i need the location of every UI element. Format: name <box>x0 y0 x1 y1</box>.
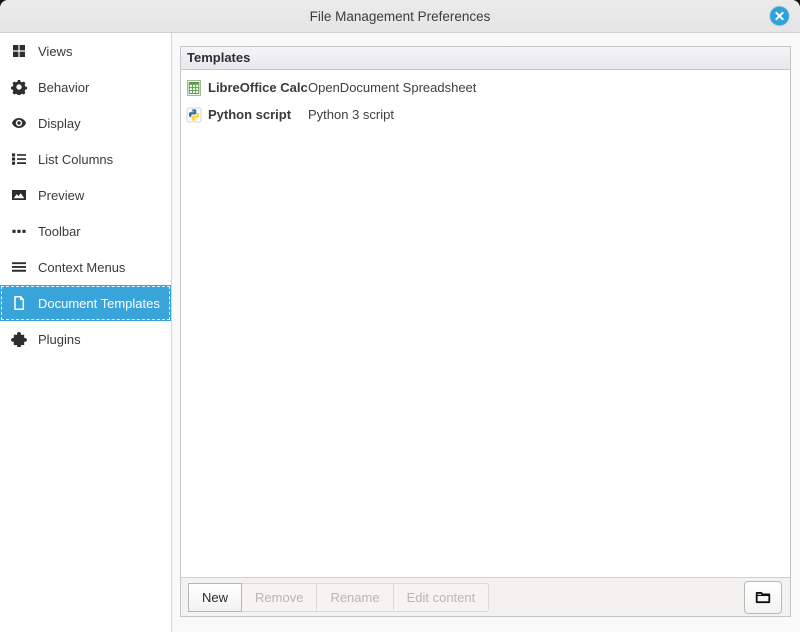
eye-icon <box>11 115 27 131</box>
image-icon <box>11 187 27 203</box>
edit-content-button: Edit content <box>393 583 490 612</box>
sidebar-item-label: List Columns <box>38 152 113 167</box>
sidebar-item-label: Document Templates <box>38 296 160 311</box>
template-name: Python script <box>208 107 308 122</box>
close-button[interactable] <box>770 7 789 26</box>
python-icon <box>186 107 202 123</box>
window-title: File Management Preferences <box>310 9 491 24</box>
remove-button: Remove <box>241 583 317 612</box>
sidebar-item-list-columns[interactable]: List Columns <box>0 141 171 177</box>
sidebar-item-label: Preview <box>38 188 84 203</box>
sidebar: Views Behavior Display List Columns <box>0 33 172 632</box>
template-row-libreoffice-calc[interactable]: LibreOffice Calc OpenDocument Spreadshee… <box>181 74 790 101</box>
folder-icon <box>754 588 772 606</box>
sidebar-item-label: Context Menus <box>38 260 125 275</box>
template-description: Python 3 script <box>308 107 394 122</box>
button-label: Rename <box>330 590 379 605</box>
sidebar-item-label: Display <box>38 116 81 131</box>
template-name: LibreOffice Calc <box>208 80 308 95</box>
button-label: New <box>202 590 228 605</box>
rename-button: Rename <box>316 583 393 612</box>
sidebar-item-label: Behavior <box>38 80 89 95</box>
template-row-python-script[interactable]: Python script Python 3 script <box>181 101 790 128</box>
window-content: Views Behavior Display List Columns <box>0 33 800 632</box>
template-description: OpenDocument Spreadsheet <box>308 80 476 95</box>
sidebar-item-display[interactable]: Display <box>0 105 171 141</box>
ellipsis-icon <box>11 223 27 239</box>
sidebar-item-document-templates[interactable]: Document Templates <box>0 285 171 321</box>
sidebar-item-label: Views <box>38 44 72 59</box>
menu-lines-icon <box>11 259 27 275</box>
close-x-icon <box>775 12 784 21</box>
preferences-window: File Management Preferences Views Behavi… <box>0 0 800 632</box>
template-actions-group: New Remove Rename Edit content <box>189 583 489 612</box>
templates-toolbar: New Remove Rename Edit content <box>181 577 790 616</box>
libreoffice-calc-icon <box>186 80 202 96</box>
gear-icon <box>11 79 27 95</box>
templates-list: LibreOffice Calc OpenDocument Spreadshee… <box>181 70 790 577</box>
sidebar-item-label: Plugins <box>38 332 81 347</box>
sidebar-item-toolbar[interactable]: Toolbar <box>0 213 171 249</box>
button-label: Edit content <box>407 590 476 605</box>
puzzle-icon <box>11 331 27 347</box>
sidebar-item-behavior[interactable]: Behavior <box>0 69 171 105</box>
sidebar-item-preview[interactable]: Preview <box>0 177 171 213</box>
sidebar-item-views[interactable]: Views <box>0 33 171 69</box>
titlebar[interactable]: File Management Preferences <box>0 0 800 33</box>
main-area: Templates LibreOffice Calc OpenDocument … <box>172 33 800 632</box>
document-icon <box>11 295 27 311</box>
sidebar-item-context-menus[interactable]: Context Menus <box>0 249 171 285</box>
list-columns-icon <box>11 151 27 167</box>
templates-panel: Templates LibreOffice Calc OpenDocument … <box>180 46 791 617</box>
views-grid-icon <box>11 43 27 59</box>
new-button[interactable]: New <box>188 583 242 612</box>
button-label: Remove <box>255 590 303 605</box>
templates-column-header[interactable]: Templates <box>181 47 790 70</box>
open-templates-folder-button[interactable] <box>744 581 782 614</box>
sidebar-item-plugins[interactable]: Plugins <box>0 321 171 357</box>
sidebar-item-label: Toolbar <box>38 224 81 239</box>
